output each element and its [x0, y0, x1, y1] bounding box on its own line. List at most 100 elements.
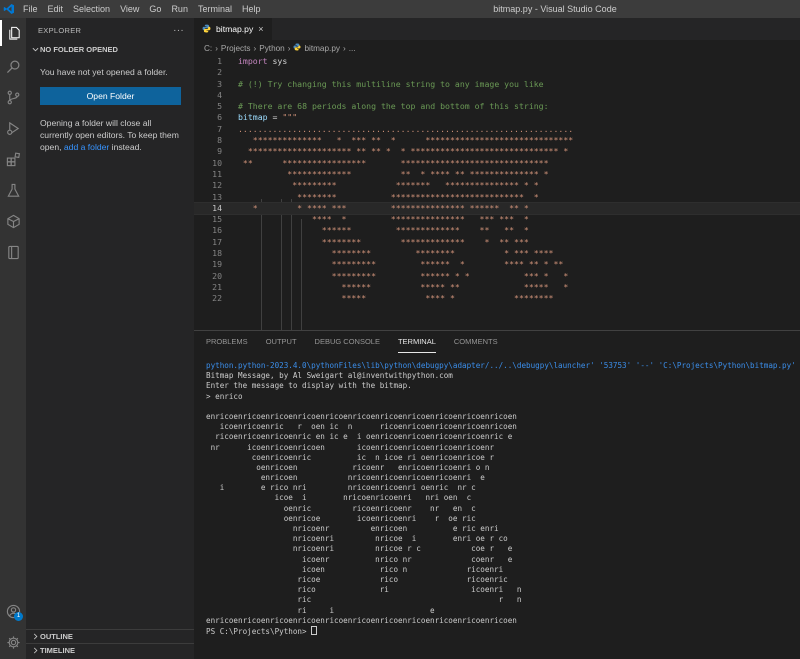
menu-go[interactable]: Go [144, 0, 166, 18]
code-editor[interactable]: 1 import sys 2 3 # (!) Try changing this mul… [194, 56, 800, 330]
panel-tab-problems[interactable]: PROBLEMS [206, 331, 248, 353]
code-line[interactable]: 20 ********* ****** * * *** * * [194, 271, 800, 282]
code-line[interactable]: 1 import sys [194, 56, 800, 67]
code-token: ** ***************** *******************… [238, 157, 549, 168]
code-line[interactable]: 17 ******** ************* * ** *** [194, 237, 800, 248]
line-number: 12 [212, 180, 222, 191]
code-line[interactable]: 14 * * **** *** *************** ****** *… [194, 201, 800, 216]
code-token: ........................................… [238, 123, 574, 134]
code-line[interactable]: 8 ************** * *** ** * ************… [194, 135, 800, 146]
no-folder-section-header[interactable]: NO FOLDER OPENED [26, 42, 194, 56]
menu-selection[interactable]: Selection [68, 0, 115, 18]
editor-area: bitmap.py × C: › Projects › Python › bitmap.py… [194, 18, 800, 330]
search-icon[interactable] [0, 53, 26, 79]
code-line[interactable]: 22 ***** **** * ******** [194, 293, 800, 304]
code-line[interactable]: 10 ** ***************** ****************… [194, 158, 800, 169]
code-line[interactable]: 15 **** * *************** *** *** * [194, 214, 800, 225]
code-line[interactable]: 19 ********* ****** * **** ** * ** [194, 259, 800, 270]
account-badge: 1 [14, 612, 23, 621]
breadcrumb-item[interactable]: bitmap.py [304, 44, 340, 53]
code-line[interactable]: 11 ************* ** * **** ** **********… [194, 169, 800, 180]
code-line[interactable]: 21 ****** ***** ** ***** * [194, 282, 800, 293]
terminal-line: icoen rico n ricoenri [206, 565, 800, 575]
close-icon[interactable]: × [258, 24, 263, 34]
panel-tab-debug-console[interactable]: DEBUG CONSOLE [315, 331, 380, 353]
code-line[interactable]: 5 # There are 68 periods along the top an… [194, 101, 800, 112]
remote-explorer-icon[interactable] [0, 208, 26, 234]
menu-view[interactable]: View [115, 0, 144, 18]
panel-tab-output[interactable]: OUTPUT [266, 331, 297, 353]
terminal-line: nricoenri nricoe i enri oe r co [206, 534, 800, 544]
menu-help[interactable]: Help [237, 0, 266, 18]
breadcrumb-item[interactable]: ... [349, 44, 356, 53]
more-actions-icon[interactable]: ··· [173, 25, 184, 36]
code-token: ***** **** * ******** [238, 293, 554, 304]
account-icon[interactable]: 1 [0, 598, 26, 624]
code-line[interactable]: 12 ********* ******* *************** * * [194, 180, 800, 191]
line-content: # There are 68 periods along the top and… [238, 101, 549, 112]
terminal-line: ric r n [206, 595, 800, 605]
terminal-text: Enter the message to display with the bi… [206, 381, 412, 391]
code-token: ******** *************************** * [238, 191, 539, 202]
terminal-text: coenricoenric ic n icoe ri oenricoenrico… [206, 452, 495, 462]
menu-edit[interactable]: Edit [43, 0, 69, 18]
open-folder-button[interactable]: Open Folder [40, 87, 181, 105]
terminal-text: ricoe rico ricoenric [206, 574, 508, 584]
line-content: ** ***************** *******************… [238, 158, 549, 169]
hint-text-after: instead. [109, 142, 142, 152]
terminal[interactable]: python.python-2023.4.0\pythonFiles\lib\p… [194, 353, 800, 636]
breadcrumb-item[interactable]: Python [259, 44, 285, 53]
line-content: ********* ****** * **** ** * ** [238, 259, 564, 270]
timeline-section-header[interactable]: TIMELINE [26, 643, 194, 657]
menu-run[interactable]: Run [166, 0, 193, 18]
code-line[interactable]: 16 ****** ************* ** ** * [194, 225, 800, 236]
tab-bitmap-py[interactable]: bitmap.py × [194, 18, 272, 40]
line-content: # (!) Try changing this multiline string… [238, 79, 544, 90]
code-token: sys [267, 56, 288, 66]
panel-tab-terminal[interactable]: TERMINAL [397, 331, 436, 353]
extensions-icon[interactable] [0, 146, 26, 172]
code-line[interactable]: 18 ******** ******** * *** **** [194, 248, 800, 259]
terminal-text: enricoenricoenricoenricoenricoenricoenri… [206, 615, 517, 625]
terminal-line: i e rico nri nricoenricoenri oenric nr c [206, 483, 800, 493]
line-number: 10 [212, 157, 222, 168]
source-control-icon[interactable] [0, 84, 26, 110]
code-line[interactable]: 6 bitmap = """ [194, 112, 800, 123]
code-token: ********************* ** ** * * ********… [238, 146, 569, 157]
code-line[interactable]: 9 ********************* ** ** * * ******… [194, 146, 800, 157]
line-content: ........................................… [238, 124, 573, 135]
line-content: * * **** *** *************** ****** ** * [238, 203, 529, 214]
terminal-text: nricoenri nricoe r c coe r e [206, 544, 513, 554]
terminal-line: Enter the message to display with the bi… [206, 381, 800, 391]
code-line[interactable]: 4 [194, 90, 800, 101]
panel-tab-comments[interactable]: COMMENTS [454, 331, 498, 353]
line-content: ************** * *** ** * **************… [238, 135, 573, 146]
code-line[interactable]: 13 ******** *************************** … [194, 192, 800, 203]
terminal-text: Bitmap Message, by Al Sweigart al@invent… [206, 371, 453, 381]
line-number: 4 [217, 89, 222, 100]
add-folder-link[interactable]: add a folder [64, 142, 109, 152]
python-file-icon [293, 43, 301, 53]
chevron-right-icon: › [253, 43, 257, 53]
line-content: ********* ******* *************** * * [238, 180, 538, 191]
outline-section-header[interactable]: OUTLINE [26, 629, 194, 643]
menu-file[interactable]: File [18, 0, 43, 18]
terminal-text: ricoenricoenricoenric en ic e i oenricoe… [206, 432, 513, 442]
menu-terminal[interactable]: Terminal [193, 0, 237, 18]
code-token: ********* ****** * **** ** * ** [238, 259, 564, 270]
terminal-text: ric r n [206, 595, 522, 605]
line-number: 17 [212, 236, 222, 247]
code-line[interactable]: 3 # (!) Try changing this multiline strin… [194, 79, 800, 90]
terminal-line: python.python-2023.4.0\pythonFiles\lib\p… [206, 361, 800, 371]
testing-icon[interactable] [0, 177, 26, 203]
breadcrumb-item[interactable]: Projects [221, 44, 251, 53]
breadcrumb-item[interactable]: C: [204, 44, 212, 53]
code-line[interactable]: 2 [194, 67, 800, 78]
line-number: 20 [212, 270, 222, 281]
jupyter-icon[interactable] [0, 239, 26, 265]
code-line[interactable]: 7.......................................… [194, 124, 800, 135]
run-debug-icon[interactable] [0, 115, 26, 141]
settings-gear-icon[interactable] [0, 629, 26, 655]
explorer-icon[interactable] [0, 20, 26, 46]
terminal-text: > enrico [206, 391, 243, 401]
